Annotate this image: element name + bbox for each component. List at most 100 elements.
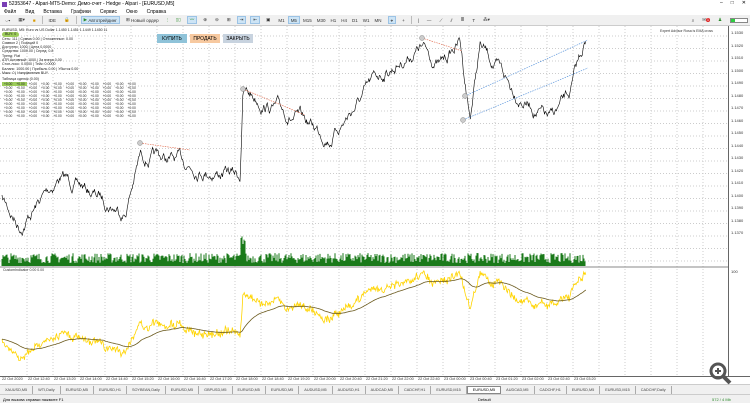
expert-label[interactable]: Expert Advisor Rosa is EMA cross — [660, 29, 713, 33]
shapes-icon[interactable]: ⁂▾ — [481, 16, 492, 24]
account-icon[interactable]: ♟ — [716, 16, 724, 24]
trend-line[interactable] — [462, 67, 589, 121]
minimize-button[interactable]: – — [720, 0, 723, 6]
close-button[interactable]: ✕ — [742, 0, 746, 6]
grid-cell: +0.00 — [16, 105, 25, 110]
chart-tab[interactable]: EURUSD,M5 — [266, 385, 300, 394]
timeframe-h4[interactable]: H4 — [339, 16, 349, 24]
symbol-line: EURUSD, M5: Euro vs US Dollar 1.1450 1.1… — [2, 28, 108, 32]
grid-cell: +0.00 — [53, 113, 62, 118]
profile-name[interactable]: Default — [478, 397, 491, 402]
search-icon[interactable]: ⌕ — [690, 16, 697, 24]
chart-shift-button[interactable]: ⇤ — [250, 16, 261, 24]
menu-item[interactable]: Вид — [25, 9, 34, 15]
chart-tab[interactable]: EURUSD,M15 — [431, 385, 467, 394]
chart-tab[interactable]: CADCHF,Daily — [636, 385, 672, 394]
fibonacci-icon[interactable]: ≣ — [459, 16, 467, 24]
autotrading-button[interactable]: ▶ Автотрейдинг — [80, 16, 120, 24]
trend-anchor[interactable] — [462, 93, 468, 99]
text-icon[interactable]: T — [470, 16, 477, 24]
chart-tab[interactable]: AUDUSD,H1 — [333, 385, 366, 394]
price-tick-label: 1.1510 — [731, 55, 744, 60]
new-order-button[interactable]: ⊞ Новый ордер — [124, 16, 161, 24]
menu-item[interactable]: Сервис — [100, 9, 117, 15]
ide-button[interactable]: IDE — [47, 16, 59, 24]
chart-tab[interactable]: EURUSD,M5 — [166, 385, 200, 394]
zoom-out-icon[interactable]: ⊖ — [213, 16, 221, 24]
chart-tab[interactable]: EURUSD,M5 — [233, 385, 266, 394]
chart-tab[interactable]: EURUSD,M5 — [61, 385, 94, 394]
trend-anchor[interactable] — [137, 140, 143, 146]
lock-icon[interactable]: 🔒 — [62, 16, 72, 24]
menu-item[interactable]: Файл — [4, 9, 16, 15]
chart-tab[interactable]: EURUSD,H1 — [94, 385, 127, 394]
timeframe-d1[interactable]: D1 — [350, 16, 360, 24]
autoscroll-button[interactable]: ⇥ — [236, 16, 247, 24]
time-axis[interactable]: 22 Oct 2020 22 Oct 12:40 22 Oct 13:20 22 Oc… — [0, 376, 750, 384]
grid-cell: +0.00 — [90, 93, 99, 98]
magnifier-icon[interactable] — [706, 360, 736, 386]
templates-button[interactable]: ▦▾ — [16, 16, 27, 24]
zoom-in-icon[interactable]: ⊕ — [201, 16, 209, 24]
grid-cell: +0.00 — [16, 93, 25, 98]
bar-chart-button[interactable]: ⫶ — [165, 16, 170, 24]
horizontal-line-icon[interactable]: — — [425, 16, 434, 24]
trend-anchor[interactable] — [419, 35, 425, 41]
chart-tab[interactable]: XAUUSD,M5 — [0, 385, 34, 394]
grid-cell: +0.00 — [90, 113, 99, 118]
time-tick-label: 22 Oct 19:20 — [288, 377, 310, 381]
grid-cell: +0.00 — [4, 113, 13, 118]
grid-cell: +0.00 — [53, 109, 62, 114]
timeframe-mn[interactable]: MN — [373, 16, 384, 24]
time-tick-label: 22 Oct 20:40 — [340, 377, 362, 381]
chart-tab[interactable]: AUDUSD,M5 — [299, 385, 333, 394]
buy-button[interactable]: КУПИТЬ — [157, 34, 187, 43]
menu-item[interactable]: Графики — [71, 9, 91, 15]
chart-tab[interactable]: GBPUSD,M5 — [199, 385, 233, 394]
grid-icon[interactable]: ⊞ — [225, 16, 233, 24]
candle-chart-button[interactable]: ▯▯ — [174, 16, 183, 24]
chart-tab[interactable]: EURUSD,M5 — [466, 385, 502, 394]
chart-tab[interactable]: EURUSD,M5 — [567, 385, 601, 394]
line-chart-button[interactable]: 〰 — [186, 16, 198, 24]
chart-tab[interactable]: SOYBEAN,Daily — [127, 385, 166, 394]
timeframe-m5[interactable]: M5 — [287, 16, 300, 24]
chart-tab[interactable]: WTI,Daily — [33, 385, 61, 394]
crosshair-icon[interactable]: + — [400, 16, 407, 24]
channel-icon[interactable]: ⫽ — [449, 16, 455, 24]
crosshair-cursor-button[interactable]: ⌖ — [387, 16, 397, 24]
sell-button[interactable]: ПРОДАТЬ — [190, 34, 220, 43]
time-tick-label: 22 Oct 16:00 — [158, 377, 180, 381]
chart-type-button[interactable]: ⌵▾ — [3, 16, 12, 24]
trendline-icon[interactable]: ⟋ — [437, 16, 444, 24]
notifications-icon[interactable]: ✉ 1 — [700, 16, 712, 24]
timeframe-h1[interactable]: H1 — [328, 16, 338, 24]
menu-item[interactable]: Окно — [126, 9, 138, 15]
timeframe-w1[interactable]: W1 — [361, 16, 372, 24]
price-axis[interactable]: 1.1530 1.1520 1.1510 1.1500 1.1490 1.1480 1.14… — [728, 26, 750, 376]
chart-tab[interactable]: EURUSD,M15 — [600, 385, 636, 394]
vertical-line-icon[interactable]: | — [416, 16, 421, 24]
close-button[interactable]: ЗАКРЫТЬ — [223, 34, 253, 43]
grid-cell: +0.00 — [127, 105, 136, 110]
connection-status[interactable]: 572 / 4 Mb — [712, 397, 731, 402]
window-title: 52353647 - Alpari-MT5-Demo: Демо-счет - … — [9, 1, 175, 7]
trend-anchor[interactable] — [460, 117, 466, 123]
timeframe-m1[interactable]: M1 — [276, 16, 286, 24]
grid-cell: +0.00 — [53, 105, 62, 110]
grid-row: +0.00 +0.00 +0.00 +0.00 +0.00 +0.00 +0.00 +0.00… — [2, 81, 138, 86]
menu-item[interactable]: Справка — [147, 9, 167, 15]
grid-cell: +0.00 — [102, 113, 112, 118]
maximize-button[interactable]: □ — [731, 0, 734, 6]
chart-tab[interactable]: CADCHF,H1 — [535, 385, 567, 394]
chart-tab[interactable]: AUDCAD,M5 — [501, 385, 535, 394]
timeframe-m15[interactable]: M15 — [301, 16, 314, 24]
screenshot-icon[interactable]: ▣ — [264, 16, 272, 24]
trend-anchor[interactable] — [240, 86, 246, 92]
chart-tab[interactable]: CADCHF,H1 — [399, 385, 432, 394]
timeframe-m30[interactable]: M30 — [315, 16, 328, 24]
trend-line[interactable] — [421, 37, 463, 52]
chart-tab[interactable]: AUDCAD,M5 — [366, 385, 399, 394]
menu-item[interactable]: Вставка — [43, 9, 62, 15]
marketwatch-button[interactable]: ■ — [31, 16, 38, 24]
